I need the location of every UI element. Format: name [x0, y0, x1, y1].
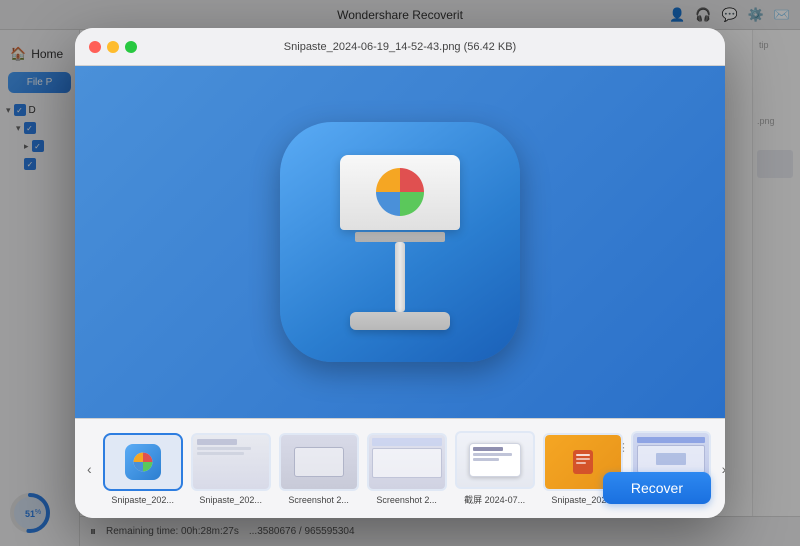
modal-image-area: [75, 66, 725, 418]
close-traffic-light[interactable]: [89, 41, 101, 53]
thumb-label-4: 截屏 2024-07...: [464, 493, 525, 506]
lectern-pole: [395, 242, 405, 312]
lectern-foot: [350, 312, 450, 330]
lectern-top: [340, 155, 460, 230]
traffic-lights: [89, 41, 137, 53]
thumb-next-button[interactable]: ›: [718, 457, 725, 481]
fullscreen-traffic-light[interactable]: [125, 41, 137, 53]
thumb-more-indicator: ⋮: [618, 441, 629, 454]
lectern: [340, 155, 460, 330]
thumb-pie-icon: [132, 451, 154, 473]
preview-modal: Snipaste_2024-06-19_14-52-43.png (56.42 …: [75, 28, 725, 518]
thumb-label-3: Screenshot 2...: [376, 495, 437, 505]
thumbnail-item-2[interactable]: Screenshot 2...: [278, 433, 360, 505]
thumb-screenshot-2: [281, 435, 357, 489]
pages-icon: [569, 448, 597, 476]
thumb-label-1: Snipaste_202...: [199, 495, 262, 505]
thumb-prev-button[interactable]: ‹: [83, 457, 96, 481]
recover-button[interactable]: Recover: [603, 472, 711, 504]
thumbnail-item-0[interactable]: Snipaste_202...: [102, 433, 184, 505]
thumb-img-wrap-2: [279, 433, 359, 491]
thumb-img-wrap-1: [191, 433, 271, 491]
thumb-img-wrap-0: [103, 433, 183, 491]
minimize-traffic-light[interactable]: [107, 41, 119, 53]
thumb-img-wrap-4: [455, 431, 535, 489]
modal-title: Snipaste_2024-06-19_14-52-43.png (56.42 …: [284, 41, 516, 53]
thumbnail-item-3[interactable]: Screenshot 2...: [366, 433, 448, 505]
thumb-img-wrap-3: [367, 433, 447, 491]
thumb-screenshot-1: [193, 435, 269, 489]
thumbnail-item-1[interactable]: Snipaste_202...: [190, 433, 272, 505]
keynote-icon: [280, 122, 520, 362]
overlay: Snipaste_2024-06-19_14-52-43.png (56.42 …: [0, 0, 800, 546]
thumbnail-strip: ‹ Snipaste_202...: [75, 418, 725, 518]
pie-chart: [372, 164, 428, 220]
thumb-keynote-icon: [125, 444, 161, 480]
thumb-screenshot-4: [457, 433, 533, 487]
thumbnail-item-4[interactable]: 截屏 2024-07...: [454, 431, 536, 506]
thumb-screenshot-3: [369, 435, 445, 489]
thumb-label-0: Snipaste_202...: [111, 495, 174, 505]
thumb-label-2: Screenshot 2...: [288, 495, 349, 505]
lectern-base-top: [355, 232, 445, 242]
modal-titlebar: Snipaste_2024-06-19_14-52-43.png (56.42 …: [75, 28, 725, 66]
